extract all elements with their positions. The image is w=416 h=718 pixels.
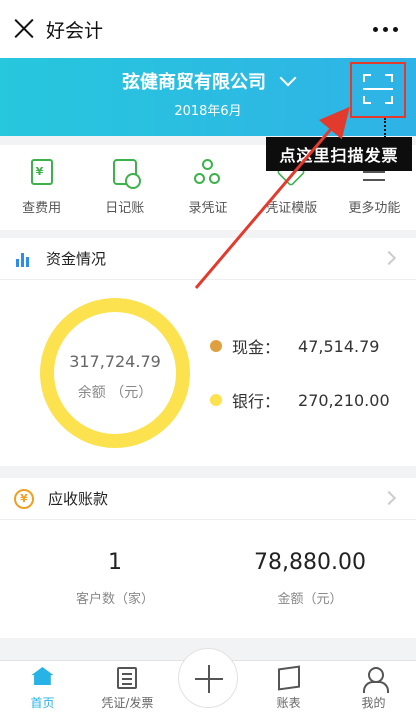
annotation-callout: 点这里扫描发票 (266, 137, 412, 171)
tab-home[interactable]: 首页 (0, 661, 85, 718)
tab-vouchers[interactable]: 凭证/发票 (85, 661, 170, 718)
receivables-card-header[interactable]: ¥ 应收账款 (0, 478, 416, 520)
expense-doc-icon: ¥ (30, 159, 53, 185)
tab-label: 账表 (276, 696, 301, 710)
quick-item-journal[interactable]: 日记账 (83, 145, 166, 230)
receivables-card: ¥ 应收账款 1 客户数（家） 78,880.00 金额（元） (0, 478, 416, 638)
funds-title: 资金情况 (46, 250, 107, 268)
add-button[interactable] (178, 648, 238, 708)
bank-dot (210, 394, 222, 406)
tab-label: 我的 (361, 696, 386, 710)
funds-card: 资金情况 317,724.79 余额 （元） 现金： 47,514.79 银行：… (0, 238, 416, 466)
list-icon (117, 667, 138, 689)
tab-label: 首页 (30, 696, 55, 710)
tab-reports[interactable]: 账表 (246, 661, 331, 718)
tab-mine[interactable]: 我的 (331, 661, 416, 718)
balance-ring: 317,724.79 余额 （元） (40, 298, 190, 448)
quick-label: 更多功能 (348, 201, 401, 216)
chevron-right-icon (381, 250, 397, 266)
voucher-entry-icon (194, 159, 222, 187)
chevron-right-icon (381, 490, 397, 506)
company-name: 弦健商贸有限公司 (122, 72, 266, 93)
bar-chart-icon (16, 251, 32, 267)
scan-invoice-button[interactable] (350, 62, 406, 118)
balance-total: 317,724.79 (69, 352, 161, 371)
bank-value: 270,210.00 (298, 390, 390, 410)
receivable-amount-label: 金额（元） (277, 592, 343, 607)
balance-label: 余额 （元） (77, 385, 153, 401)
customer-count-label: 客户数（家） (75, 592, 154, 607)
yen-coin-icon: ¥ (14, 488, 34, 509)
chevron-down-icon (279, 69, 297, 87)
funds-card-header[interactable]: 资金情况 (0, 238, 416, 280)
quick-label: 凭证模版 (265, 201, 318, 216)
bank-label: 银行： (232, 392, 281, 411)
quick-label: 日记账 (105, 201, 145, 216)
book-icon (277, 665, 300, 691)
close-icon[interactable] (12, 16, 36, 40)
receivable-amount: 78,880.00 (254, 550, 366, 575)
journal-icon (112, 159, 141, 189)
user-icon (362, 667, 389, 693)
tab-label: 凭证/发票 (101, 696, 154, 710)
receivables-title: 应收账款 (48, 490, 109, 508)
cash-value: 47,514.79 (298, 336, 380, 356)
quick-item-expense[interactable]: ¥ 查费用 (0, 145, 83, 230)
annotation-dotted-line (384, 118, 386, 138)
app-title: 好会计 (46, 20, 104, 42)
home-icon (31, 667, 54, 685)
customer-count: 1 (108, 550, 122, 575)
legend-bank: 银行： 270,210.00 (210, 388, 390, 412)
legend-cash: 现金： 47,514.79 (210, 334, 379, 358)
quick-item-voucher-entry[interactable]: 录凭证 (166, 145, 249, 230)
quick-label: 查费用 (22, 201, 62, 216)
title-bar: 好会计 (0, 0, 416, 58)
cash-label: 现金： (232, 338, 281, 357)
more-dots-icon[interactable] (373, 27, 398, 32)
quick-label: 录凭证 (188, 201, 228, 216)
scan-icon (363, 74, 393, 104)
cash-dot (210, 340, 222, 352)
